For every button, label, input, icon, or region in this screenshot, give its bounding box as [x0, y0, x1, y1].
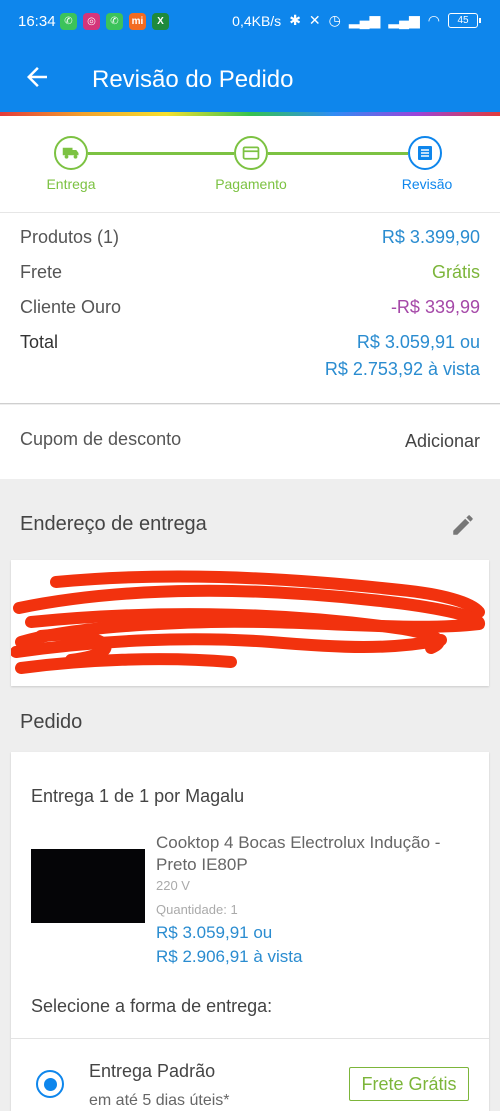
battery-icon: 45: [448, 13, 481, 28]
list-icon: [418, 146, 432, 160]
coupon-label: Cupom de desconto: [20, 429, 182, 449]
product-price: R$ 3.059,91 ou: [156, 923, 273, 942]
alarm-icon: ◷: [328, 12, 341, 28]
address-card: [11, 560, 489, 686]
order-summary: Produtos (1) R$ 3.399,90 Frete Grátis Cl…: [0, 212, 500, 404]
step-review-label: Revisão: [401, 176, 453, 192]
truck-icon: [62, 147, 79, 159]
product-cash-price: R$ 2.906,91 à vista: [156, 947, 303, 966]
page-title: Revisão do Pedido: [92, 66, 294, 93]
shipping-option-name[interactable]: Entrega Padrão: [89, 1061, 215, 1082]
step-review-circle[interactable]: [408, 136, 442, 170]
total-cash-value: R$ 2.753,92 à vista: [324, 359, 480, 379]
instagram-icon: ◎: [83, 13, 100, 30]
redacted-address-scribble: [11, 570, 485, 674]
products-label: Produtos (1): [20, 227, 120, 247]
checkout-stepper: Entrega Pagamento Revisão: [0, 116, 500, 212]
step-payment-circle[interactable]: [234, 136, 268, 170]
signal-icon: ▂▄▆: [348, 12, 381, 28]
shipping-prompt: Selecione a forma de entrega:: [31, 996, 273, 1016]
back-arrow-icon[interactable]: [22, 62, 52, 92]
total-value: R$ 3.059,91 ou: [356, 332, 480, 352]
step-connector: [268, 152, 408, 155]
step-payment-label: Pagamento: [215, 176, 287, 192]
step-delivery-circle[interactable]: [54, 136, 88, 170]
mi-icon: mi: [129, 13, 146, 30]
wifi-icon: ◠: [427, 12, 440, 28]
status-time: 16:34: [18, 13, 56, 30]
shipping-option-radio[interactable]: [36, 1070, 64, 1098]
mute-icon: ✕: [308, 12, 321, 28]
whatsapp-icon: ✆: [106, 13, 123, 30]
address-section-title: Endereço de entrega: [20, 513, 207, 535]
shipping-option-days: em até 5 dias úteis*: [89, 1092, 230, 1109]
app-bar: Revisão do Pedido: [0, 44, 500, 112]
coupon-row[interactable]: Cupom de desconto Adicionar: [0, 405, 500, 479]
delivery-header: Entrega 1 de 1 por Magalu: [31, 786, 245, 806]
free-shipping-badge: Frete Grátis: [349, 1067, 469, 1101]
discount-label: Cliente Ouro: [20, 297, 122, 317]
add-coupon-button[interactable]: Adicionar: [405, 431, 480, 452]
divider: [11, 1038, 489, 1039]
total-label: Total: [20, 332, 59, 352]
step-delivery-label: Entrega: [46, 176, 96, 192]
excel-icon: X: [152, 13, 169, 30]
shipping-label: Frete: [20, 262, 63, 282]
order-card: Entrega 1 de 1 por Magalu Cooktop 4 Boca…: [11, 752, 489, 1111]
product-image[interactable]: [31, 849, 145, 923]
signal-icon: ▂▄▆: [388, 12, 420, 28]
step-connector: [88, 152, 234, 155]
pencil-icon[interactable]: [450, 512, 476, 538]
shipping-value: Grátis: [431, 262, 480, 282]
discount-value: -R$ 339,99: [390, 297, 480, 317]
product-quantity: Quantidade: 1: [156, 902, 238, 917]
product-voltage: 220 V: [156, 878, 190, 893]
order-section-title: Pedido: [20, 711, 83, 733]
products-value: R$ 3.399,90: [381, 227, 480, 247]
status-bar: 16:34 ✆ ◎ ✆ mi X 0,4KB/s ✱ ✕ ◷ ▂▄▆ ▂▄▆ ◠…: [0, 0, 500, 44]
notification-icons: ✆ ◎ ✆ mi X: [60, 13, 169, 30]
radio-selected-dot: [43, 1077, 57, 1091]
network-speed: 0,4KB/s: [232, 12, 282, 29]
system-indicators: 0,4KB/s ✱ ✕ ◷ ▂▄▆ ▂▄▆ ◠ 45: [232, 12, 481, 29]
whatsapp-icon: ✆: [60, 13, 77, 30]
card-icon: [242, 146, 260, 160]
bluetooth-icon: ✱: [289, 12, 301, 28]
product-name[interactable]: Cooktop 4 Bocas Electrolux Indução - Pre…: [156, 832, 476, 876]
